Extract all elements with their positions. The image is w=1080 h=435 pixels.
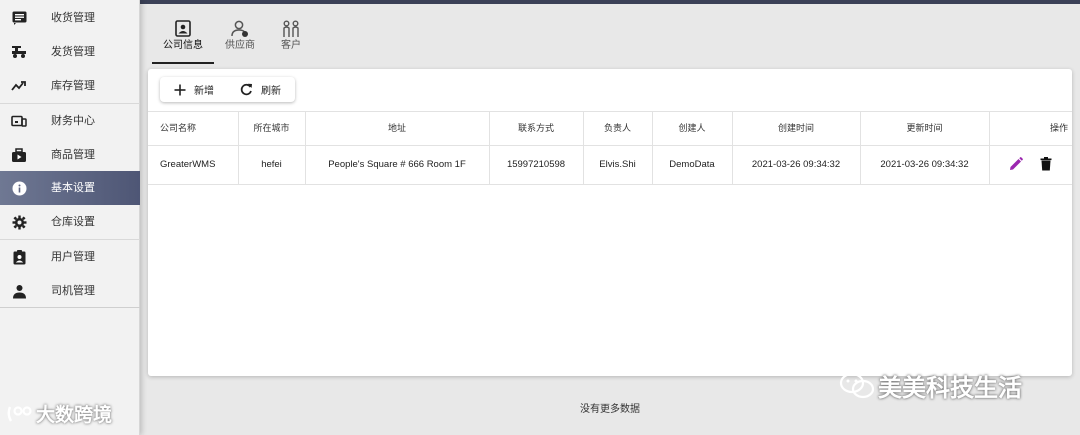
column-divider xyxy=(860,111,861,184)
column-divider xyxy=(583,111,584,184)
sidebar-item-finance[interactable]: 财务中心 xyxy=(0,104,140,138)
cell-company-name: GreaterWMS xyxy=(160,159,216,170)
add-button[interactable]: 新增 xyxy=(174,77,214,102)
sidebar-item-label: 库存管理 xyxy=(51,80,95,92)
trend-icon xyxy=(11,78,27,94)
receipt-list-icon xyxy=(11,10,27,26)
sidebar-item-user-management[interactable]: 用户管理 xyxy=(0,240,140,274)
company-icon xyxy=(175,20,191,37)
header-creator: 创建人 xyxy=(678,123,706,133)
wechat-icon xyxy=(839,372,875,398)
divider xyxy=(0,307,140,308)
header-company-name: 公司名称 xyxy=(160,123,197,133)
sidebar-item-label: 司机管理 xyxy=(51,285,95,297)
driver-icon xyxy=(11,283,27,299)
header-update-time: 更新时间 xyxy=(906,123,943,133)
header-actions: 操作 xyxy=(1049,123,1068,133)
user-badge-icon xyxy=(11,249,27,265)
header-manager: 负责人 xyxy=(603,123,631,133)
table-header-bottom-border xyxy=(148,145,1072,146)
cell-manager: Elvis.Shi xyxy=(599,159,636,170)
column-divider xyxy=(238,111,239,184)
sidebar: 收货管理 发货管理 库存管理 财务中心 商品管理 基本设置 仓库设置 用户管理 … xyxy=(0,0,140,435)
sidebar-item-receiving[interactable]: 收货管理 xyxy=(0,1,140,35)
column-divider xyxy=(652,111,653,184)
column-divider xyxy=(489,111,490,184)
customers-icon xyxy=(283,20,299,37)
sidebar-item-label: 基本设置 xyxy=(51,182,95,194)
table-header-top-border xyxy=(148,111,1072,112)
top-bar xyxy=(140,0,1080,4)
watermark-icon xyxy=(7,405,32,422)
sidebar-item-label: 仓库设置 xyxy=(51,216,95,228)
toolbar: 新增 刷新 xyxy=(160,77,295,102)
header-address: 地址 xyxy=(387,123,406,133)
sidebar-item-label: 用户管理 xyxy=(51,251,95,263)
refresh-icon xyxy=(240,83,252,96)
sidebar-item-label: 财务中心 xyxy=(51,115,95,127)
edit-button[interactable] xyxy=(1009,157,1023,176)
refresh-button[interactable]: 刷新 xyxy=(240,77,281,102)
refresh-button-label: 刷新 xyxy=(261,86,281,97)
sidebar-item-basic-settings[interactable]: 基本设置 xyxy=(0,171,140,205)
tab-company-info[interactable]: 公司信息 xyxy=(158,20,208,64)
info-icon xyxy=(11,180,27,196)
cell-city: hefei xyxy=(261,159,282,170)
sidebar-item-products[interactable]: 商品管理 xyxy=(0,138,140,172)
active-tab-indicator xyxy=(152,62,214,64)
sidebar-item-driver-management[interactable]: 司机管理 xyxy=(0,274,140,308)
header-contact: 联系方式 xyxy=(517,123,554,133)
tab-label: 供应商 xyxy=(225,40,255,51)
gear-icon xyxy=(11,214,27,230)
column-divider xyxy=(305,111,306,184)
cell-update-time: 2021-03-26 09:34:32 xyxy=(880,159,969,170)
tab-label: 客户 xyxy=(281,40,301,51)
sidebar-item-label: 商品管理 xyxy=(51,149,95,161)
cell-creator: DemoData xyxy=(669,159,715,170)
add-button-label: 新增 xyxy=(194,86,214,97)
sidebar-item-label: 发货管理 xyxy=(51,46,95,58)
plus-icon xyxy=(174,84,186,95)
supplier-icon xyxy=(231,20,248,37)
column-divider xyxy=(732,111,733,184)
sidebar-item-label: 收货管理 xyxy=(51,12,95,24)
table-row-bottom-border xyxy=(148,184,1072,185)
sidebar-item-shipping[interactable]: 发货管理 xyxy=(0,35,140,69)
header-create-time: 创建时间 xyxy=(777,123,814,133)
finance-device-icon xyxy=(11,113,27,129)
watermark-text: 大数跨境 xyxy=(36,405,113,426)
column-divider xyxy=(989,111,990,184)
edit-pencil-icon xyxy=(1010,157,1023,170)
trash-icon xyxy=(1040,157,1052,171)
cell-create-time: 2021-03-26 09:34:32 xyxy=(751,159,841,170)
company-table-card: 新增 刷新 公司名称 所在城市 地址 联系方式 负责人 创建人 创建时间 更新时… xyxy=(148,69,1072,376)
watermark-wechat: 美美科技生活 xyxy=(838,368,1022,403)
cell-contact: 15997210598 xyxy=(506,159,566,170)
truck-icon xyxy=(11,44,27,60)
no-more-data-text: 没有更多数据 xyxy=(580,404,640,415)
watermark-logo: 大数跨境 xyxy=(6,400,112,427)
delete-button[interactable] xyxy=(1040,157,1052,176)
cell-address: People's Square # 666 Room 1F xyxy=(328,159,466,170)
tab-customers[interactable]: 客户 xyxy=(274,20,308,64)
sidebar-item-inventory[interactable]: 库存管理 xyxy=(0,69,140,103)
tab-suppliers[interactable]: 供应商 xyxy=(220,20,260,64)
tab-label: 公司信息 xyxy=(163,40,203,51)
product-box-icon xyxy=(11,147,27,163)
header-city: 所在城市 xyxy=(253,123,290,133)
sidebar-item-warehouse-settings[interactable]: 仓库设置 xyxy=(0,205,140,239)
watermark-right-text: 美美科技生活 xyxy=(878,375,1022,402)
